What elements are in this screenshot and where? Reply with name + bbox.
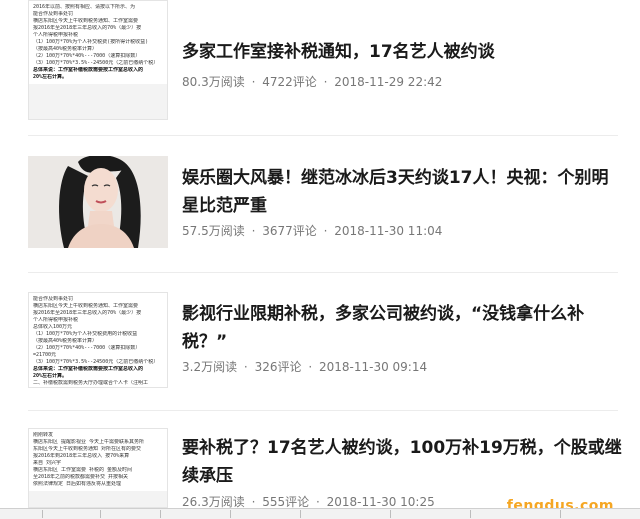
thumbnail-text-line: 总体来说：工作室补缴税款需要按工作室总收入的	[33, 366, 144, 372]
portrait-photo	[28, 156, 168, 248]
thumbnail-text-line: 来自 刘兴宇	[33, 460, 62, 466]
article-thumbnail[interactable]: 2016年以前、按照有相应、请按以下所示、为 能合作及到事处罚 横店东阳区今天上午收…	[28, 0, 168, 120]
meta-separator: ·	[323, 75, 328, 89]
thumbnail-text-line: 横店东阳区今天上午收到税务通知、工作室需要	[33, 18, 139, 24]
meta-separator: ·	[315, 495, 320, 509]
scrollbar-tick	[390, 510, 391, 518]
view-count: 3.2万阅读	[182, 360, 238, 374]
document-screenshot: 能合作及到事处罚 横店东阳区今天上午收到税务通知、工作室需要 报2016年至2018…	[29, 293, 167, 387]
scrollbar-tick	[470, 510, 471, 518]
article-title[interactable]: 多家工作室接补税通知，17名艺人被约谈	[182, 38, 622, 66]
thumbnail-text-line: =21700元	[33, 352, 57, 358]
thumbnail-text-line: （按最高40%税务税率计算）	[33, 46, 98, 52]
article-item[interactable]: 刚刚转发 横店东阳区 提醒影视业 今天上午需要联系其务所 东阳区今天上午收到税务通知…	[0, 424, 640, 509]
article-title[interactable]: 要补税了？17名艺人被约谈，100万补19万税，个股或继续承压	[182, 434, 622, 490]
comment-count: 3677评论	[262, 224, 317, 238]
scrollbar-tick	[160, 510, 161, 518]
document-screenshot: 刚刚转发 横店东阳区 提醒影视业 今天上午需要联系其务所 东阳区今天上午收到税务通知…	[29, 429, 167, 491]
meta-separator: ·	[251, 224, 256, 238]
article-thumbnail[interactable]	[28, 156, 168, 248]
thumbnail-text-line: 20%左右计算。	[33, 74, 68, 80]
view-count: 80.3万阅读	[182, 75, 245, 89]
meta-separator: ·	[251, 75, 256, 89]
article-thumbnail[interactable]: 刚刚转发 横店东阳区 提醒影视业 今天上午需要联系其务所 东阳区今天上午收到税务通知…	[28, 428, 168, 508]
thumbnail-text-line: 横店东阳区 提醒影视业 今天上午需要联系其务所	[33, 439, 145, 445]
publish-time: 2018-11-29 22:42	[334, 75, 443, 89]
thumbnail-text-line: （2）100万*70%*40%---7000（速算扣除数）	[33, 345, 141, 351]
thumbnail-text-line: （3）100万*70%*3.5%--24500元（之前已缴纳个税）	[33, 359, 159, 365]
article-item[interactable]: 能合作及到事处罚 横店东阳区今天上午收到税务通知、工作室需要 报2016年至2018…	[0, 288, 640, 398]
thumbnail-text-line: （1）100万*70%为个人补交税费用的计税收益	[33, 331, 138, 337]
view-count: 57.5万阅读	[182, 224, 245, 238]
thumbnail-text-line: 横店东阳区 工作室需要 补税的 金额及时间	[33, 467, 133, 473]
thumbnail-text-line: 总体收入100万元	[33, 324, 73, 330]
portrait-image	[28, 156, 168, 248]
thumbnail-text-line: 能合作及到事处罚	[33, 296, 74, 302]
article-feed: 2016年以前、按照有相应、请按以下所示、为 能合作及到事处罚 横店东阳区今天上午收…	[0, 0, 640, 519]
thumbnail-text-line: 个人所得税申报补税	[33, 317, 79, 323]
article-item[interactable]: 娱乐圈大风暴！继范冰冰后3天约谈17人！央视：个别明星比范严重 57.5万阅读 …	[0, 150, 640, 260]
publish-time: 2018-11-30 09:14	[318, 360, 428, 374]
article-meta: 80.3万阅读 · 4722评论 · 2018-11-29 22:42	[182, 74, 442, 90]
article-meta: 57.5万阅读 · 3677评论 · 2018-11-30 11:04	[182, 223, 442, 239]
scrollbar-tick	[100, 510, 101, 518]
thumbnail-text-line: 2016年以前、按照有相应、请按以下所示、为	[33, 4, 136, 10]
scrollbar-tick	[42, 510, 43, 518]
publish-time: 2018-11-30 11:04	[334, 224, 443, 238]
article-meta: 3.2万阅读 · 326评论 · 2018-11-30 09:14	[182, 359, 427, 375]
document-screenshot: 2016年以前、按照有相应、请按以下所示、为 能合作及到事处罚 横店东阳区今天上午收…	[29, 1, 167, 84]
scrollbar-tick	[230, 510, 231, 518]
thumbnail-text-line: 20%左右计算。	[33, 373, 68, 379]
thumbnail-text-line: 能合作及到事处罚	[33, 11, 74, 17]
scrollbar-tick	[560, 510, 561, 518]
divider	[28, 135, 618, 136]
comment-count: 326评论	[254, 360, 302, 374]
thumbnail-text-line: 二、补缴税款需到税务大厅办理或合个人卡（注明工	[33, 380, 149, 386]
scrollbar-tick	[300, 510, 301, 518]
comment-count: 555评论	[262, 495, 310, 509]
divider	[28, 410, 618, 411]
article-thumbnail[interactable]: 能合作及到事处罚 横店东阳区今天上午收到税务通知、工作室需要 报2016年至2018…	[28, 292, 168, 388]
thumbnail-text-line: 报2016年至2018年三年总收入的70%（最少）按	[33, 310, 142, 316]
thumbnail-text-line: 个人所得税申报补税	[33, 32, 79, 38]
thumbnail-text-line: （2）100万*70%*40%---7000（速算扣除数）	[33, 53, 141, 59]
thumbnail-text-line: 报2016年到2018年三年总收入 按70%来算	[33, 453, 130, 459]
thumbnail-text-line: 至2018年之前的税款都需要补交 并按相关	[33, 474, 129, 480]
thumbnail-text-line: （1）100万*70%为个人补交税费(按所得计税收益)	[33, 39, 149, 45]
meta-separator: ·	[308, 360, 313, 374]
article-title[interactable]: 影视行业限期补税，多家公司被约谈，“没钱拿什么补税？”	[182, 300, 622, 356]
thumbnail-text-line: 报2016年至2018年三年总收入的70%（最少）按	[33, 25, 142, 31]
meta-separator: ·	[243, 360, 248, 374]
divider	[28, 272, 618, 273]
thumbnail-text-line: 东阳区今天上午收到税务通知 对所在区有的要交	[33, 446, 142, 452]
article-title[interactable]: 娱乐圈大风暴！继范冰冰后3天约谈17人！央视：个别明星比范严重	[182, 164, 622, 220]
publish-time: 2018-11-30 10:25	[326, 495, 435, 509]
thumbnail-text-line: 依照法律规定 日后如有违反将从重处理	[33, 481, 122, 487]
article-item[interactable]: 2016年以前、按照有相应、请按以下所示、为 能合作及到事处罚 横店东阳区今天上午收…	[0, 0, 640, 132]
view-count: 26.3万阅读	[182, 495, 245, 509]
comment-count: 4722评论	[262, 75, 317, 89]
bottom-scrollbar[interactable]	[0, 508, 640, 519]
thumbnail-text-line: 总体来说：工作室补缴税款需要按工作室总收入的	[33, 67, 144, 73]
thumbnail-text-line: 横店东阳区今天上午收到税务通知、工作室需要	[33, 303, 139, 309]
meta-separator: ·	[251, 495, 256, 509]
thumbnail-text-line: 刚刚转发	[33, 432, 54, 438]
thumbnail-text-line: （按最高40%税务税率计算）	[33, 338, 98, 344]
meta-separator: ·	[323, 224, 328, 238]
thumbnail-text-line: （3）100万*70%*3.5%--24500元（之前已缴纳个税）	[33, 60, 159, 66]
